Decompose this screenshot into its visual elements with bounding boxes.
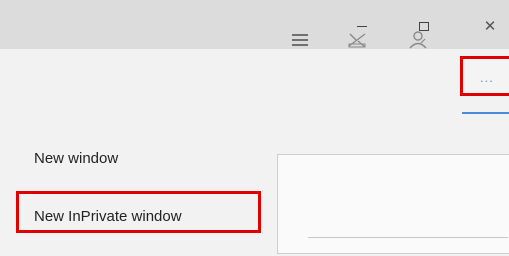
share-icon[interactable] (407, 29, 429, 51)
active-tab-indicator (462, 112, 509, 114)
more-icon: ... (480, 70, 494, 85)
menu-item-new-window[interactable]: New window (34, 150, 118, 167)
hub-icon[interactable] (289, 29, 311, 51)
menu-item-new-inprivate-window[interactable]: New InPrivate window (34, 208, 182, 225)
more-actions-button[interactable]: ... (460, 56, 509, 96)
web-note-icon[interactable] (346, 29, 368, 51)
browser-toolbar (0, 49, 509, 117)
close-icon: ✕ (483, 18, 497, 35)
address-bar-preview (308, 237, 508, 256)
more-actions-menu: New window New InPrivate window (0, 117, 270, 245)
minimize-icon (357, 25, 367, 27)
close-button[interactable]: ✕ (478, 16, 502, 36)
title-bar: ✕ (0, 0, 509, 49)
page-content-preview (277, 154, 509, 254)
